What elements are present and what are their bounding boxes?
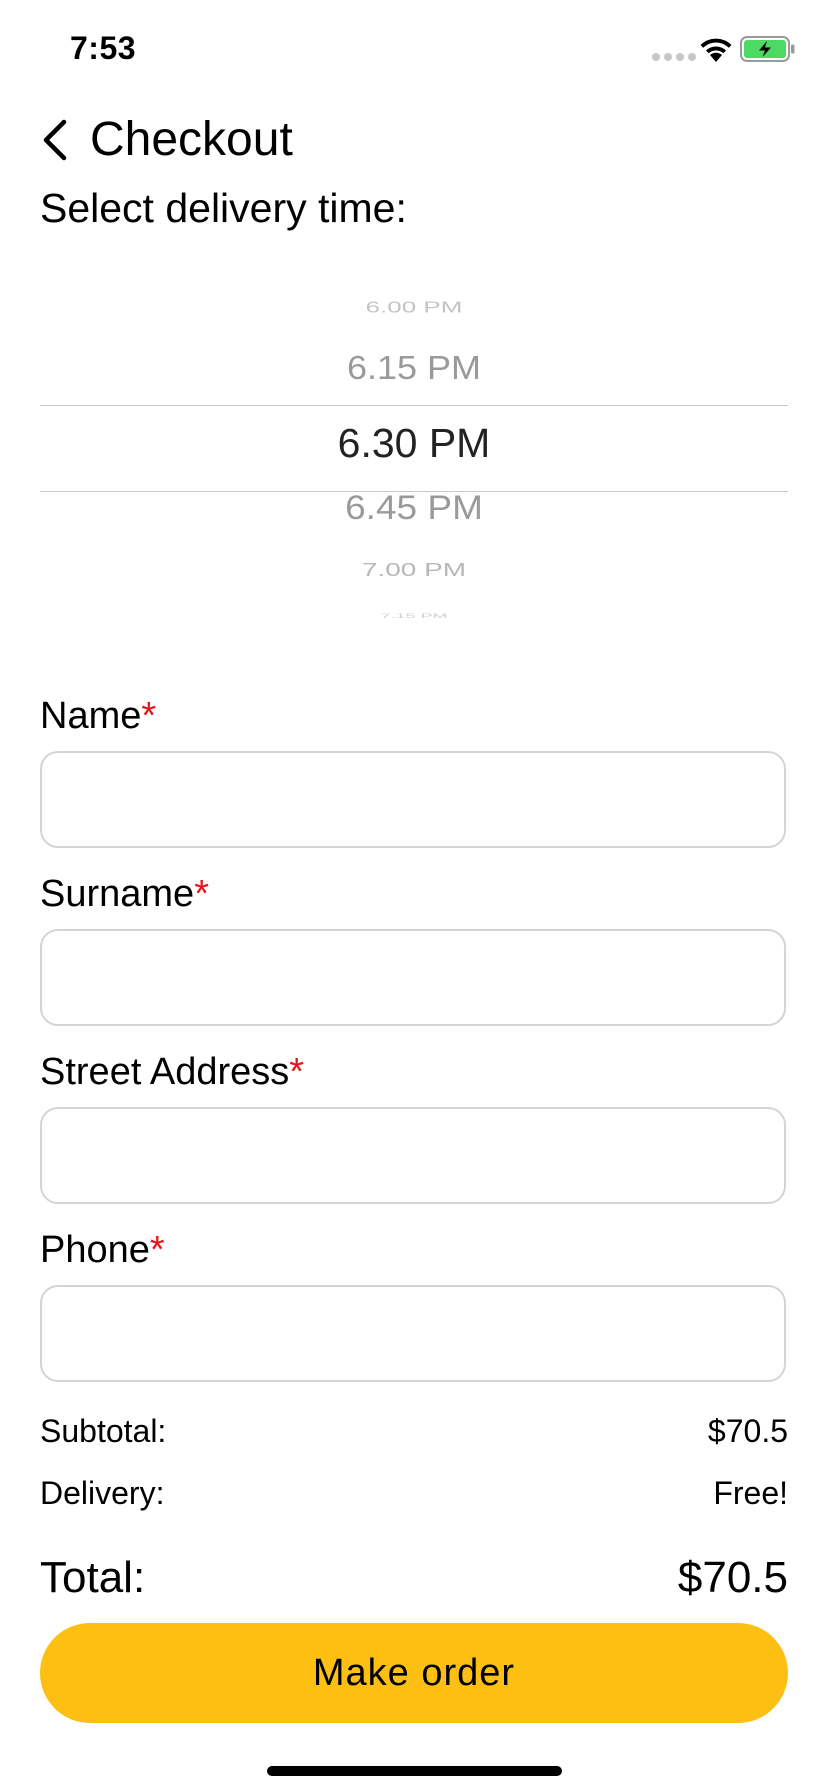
- picker-option[interactable]: 7.00 PM: [40, 558, 788, 582]
- delivery-time-picker[interactable]: 6.00 PM 6.15 PM 6.30 PM 6.45 PM 7.00 PM 7.15 …: [40, 280, 788, 625]
- surname-label-text: Surname: [40, 873, 195, 915]
- surname-label: Surname*: [40, 869, 209, 919]
- required-asterisk: *: [289, 1051, 305, 1093]
- home-indicator: [267, 1766, 562, 1776]
- page-title: Checkout: [90, 113, 293, 166]
- subtotal-row: Subtotal: $70.5: [40, 1409, 788, 1453]
- required-asterisk: *: [149, 1229, 165, 1271]
- delivery-time-label: Select delivery time:: [40, 185, 407, 231]
- required-asterisk: *: [141, 695, 157, 737]
- street-address-label: Street Address*: [40, 1047, 304, 1097]
- picker-option[interactable]: 6.45 PM: [40, 487, 788, 528]
- subtotal-label: Subtotal:: [40, 1413, 167, 1449]
- wifi-icon: [700, 38, 732, 62]
- nav-bar: Checkout: [0, 100, 828, 166]
- street-address-input[interactable]: [40, 1107, 786, 1204]
- surname-input[interactable]: [40, 929, 786, 1026]
- name-input[interactable]: [40, 751, 786, 848]
- total-row: Total: $70.5: [40, 1550, 788, 1606]
- delivery-cost-value: Free!: [713, 1475, 788, 1511]
- required-asterisk: *: [194, 873, 209, 915]
- back-button[interactable]: Checkout: [40, 108, 293, 172]
- delivery-cost-label: Delivery:: [40, 1475, 165, 1511]
- total-label: Total:: [40, 1553, 146, 1602]
- phone-label-text: Phone: [40, 1229, 150, 1271]
- cellular-signal-icon: [652, 53, 696, 61]
- delivery-cost-row: Delivery: Free!: [40, 1471, 788, 1515]
- picker-option[interactable]: 6.00 PM: [40, 296, 788, 317]
- picker-option-selected[interactable]: 6.30 PM: [40, 419, 788, 468]
- total-value: $70.5: [677, 1553, 788, 1602]
- chevron-left-icon: [43, 119, 67, 161]
- subtotal-value: $70.5: [707, 1413, 788, 1449]
- picker-option[interactable]: 7.15 PM: [40, 611, 788, 620]
- phone-label: Phone*: [40, 1225, 165, 1275]
- picker-option[interactable]: 6.15 PM: [40, 348, 788, 388]
- status-bar: 7:53: [0, 0, 828, 100]
- phone-input[interactable]: [40, 1285, 786, 1382]
- street-address-label-text: Street Address: [40, 1051, 290, 1093]
- battery-charging-icon: [740, 36, 795, 62]
- picker-selection-top-line: [40, 405, 788, 406]
- name-label: Name*: [40, 691, 156, 741]
- name-label-text: Name: [40, 695, 142, 737]
- status-time: 7:53: [70, 30, 137, 66]
- make-order-button[interactable]: Make order: [40, 1623, 788, 1723]
